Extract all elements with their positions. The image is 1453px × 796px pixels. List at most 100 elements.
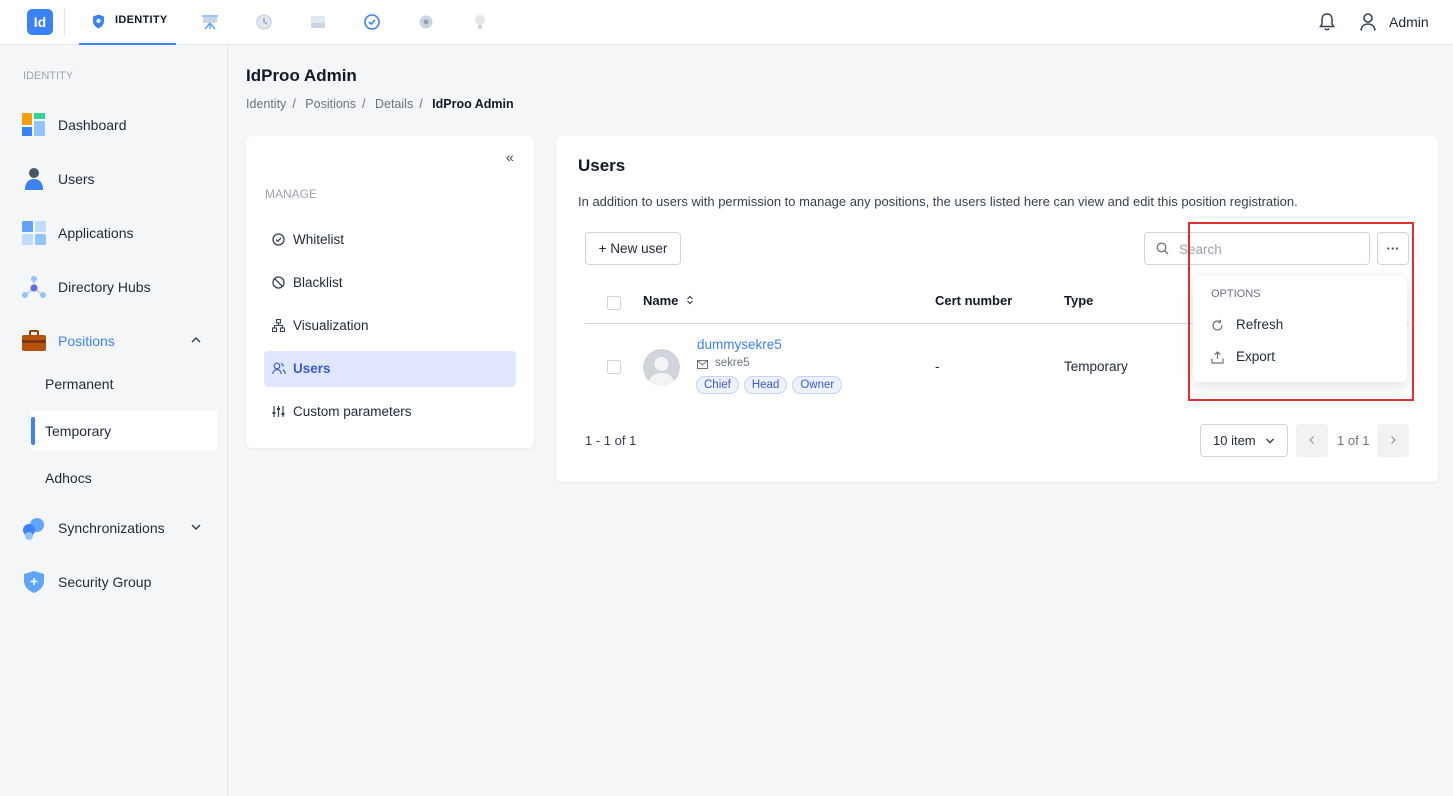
collapse-button[interactable]: « (506, 149, 514, 165)
presentation-icon[interactable] (201, 13, 219, 31)
manage-item-users[interactable]: Users (264, 351, 516, 387)
result-count: 1 - 1 of 1 (585, 433, 637, 448)
tag-badge: Head (743, 376, 788, 394)
dashboard-icon (22, 113, 45, 136)
column-name[interactable]: Name (643, 293, 678, 308)
sidebar-item-security-group[interactable]: Security Group (22, 567, 222, 597)
breadcrumb: Identity / Positions / Details / IdProo Adm… (246, 97, 514, 111)
check-badge-icon[interactable] (363, 13, 381, 31)
chevron-right-icon (1391, 436, 1396, 444)
mail-icon (697, 360, 708, 369)
breadcrumb-current: IdProo Admin (432, 97, 514, 111)
new-user-button[interactable]: + New user (585, 232, 681, 265)
user-tags: Chief Head Owner (696, 376, 843, 394)
manage-item-label: Users (293, 361, 331, 376)
sidebar-item-label: Directory Hubs (58, 279, 151, 295)
type-cell: Temporary (1064, 359, 1128, 374)
gear-icon[interactable] (417, 13, 435, 31)
top-bar: Id IDENTITY Admin (0, 0, 1453, 45)
highlight-box (1188, 222, 1414, 401)
sidebar-item-dashboard[interactable]: Dashboard (22, 110, 222, 140)
sidebar-subitem-permanent[interactable]: Permanent (31, 364, 217, 404)
sidebar-item-label: Security Group (58, 574, 152, 590)
sidebar-subitem-label: Temporary (45, 423, 112, 439)
tab-identity[interactable]: IDENTITY (79, 0, 176, 45)
select-all-checkbox[interactable] (607, 296, 621, 310)
hierarchy-icon (272, 319, 285, 332)
manage-section-label: MANAGE (265, 187, 318, 201)
chevron-down-icon[interactable] (190, 521, 202, 533)
sidebar-subitem-temporary[interactable]: Temporary (31, 411, 217, 451)
users-title: Users (578, 156, 626, 175)
shield-plus-icon (24, 571, 44, 593)
apps-grid-icon (22, 221, 46, 245)
manage-item-blacklist[interactable]: Blacklist (264, 265, 516, 301)
block-icon (272, 276, 285, 289)
manage-item-label: Custom parameters (293, 404, 412, 419)
users-description: In addition to users with permission to … (578, 194, 1298, 209)
column-cert-number: Cert number (935, 293, 1013, 308)
briefcase-icon (22, 330, 46, 351)
sidebar-item-directory-hubs[interactable]: Directory Hubs (22, 272, 222, 302)
row-checkbox[interactable] (607, 360, 621, 374)
next-page-button[interactable] (1377, 424, 1409, 457)
sidebar-item-positions[interactable]: Positions (22, 326, 222, 356)
avatar (643, 349, 680, 386)
cert-number-cell: - (935, 359, 940, 374)
breadcrumb-positions[interactable]: Positions (305, 97, 356, 111)
sidebar: IDENTITY Dashboard Users Applications Di… (0, 45, 228, 796)
person-icon (25, 168, 43, 190)
prev-page-button[interactable] (1296, 424, 1328, 457)
bell-icon[interactable] (1318, 12, 1336, 32)
manage-item-custom-parameters[interactable]: Custom parameters (264, 394, 516, 430)
shield-icon (93, 14, 104, 29)
sidebar-item-synchronizations[interactable]: Synchronizations (22, 513, 222, 543)
page-size-select[interactable]: 10 item (1200, 424, 1288, 457)
sidebar-item-label: Positions (58, 333, 115, 349)
manage-item-label: Whitelist (293, 232, 345, 247)
chevron-down-icon (1266, 438, 1274, 444)
sidebar-item-users[interactable]: Users (22, 164, 222, 194)
page-title: IdProo Admin (246, 66, 357, 85)
tab-identity-label: IDENTITY (115, 14, 168, 26)
cloud-sync-icon (23, 518, 44, 540)
user-name-link[interactable]: dummysekre5 (697, 337, 782, 352)
sidebar-item-applications[interactable]: Applications (22, 218, 222, 248)
tag-badge: Chief (696, 376, 739, 394)
users-icon (272, 362, 286, 375)
page-info: 1 of 1 (1337, 433, 1370, 448)
breadcrumb-details[interactable]: Details (375, 97, 413, 111)
tag-badge: Owner (792, 376, 843, 394)
chevron-left-icon (1309, 436, 1314, 444)
sidebar-subitem-label: Permanent (45, 376, 114, 392)
manage-item-label: Visualization (293, 318, 369, 333)
divider (64, 8, 65, 36)
lightbulb-icon[interactable] (471, 13, 489, 31)
sidebar-item-label: Applications (58, 225, 134, 241)
breadcrumb-identity[interactable]: Identity (246, 97, 286, 111)
sidebar-item-label: Users (58, 171, 95, 187)
sidebar-subitem-label: Adhocs (45, 470, 92, 486)
chevron-up-icon[interactable] (190, 334, 202, 346)
sliders-icon (272, 406, 285, 417)
column-type: Type (1064, 293, 1094, 308)
sort-icon[interactable] (686, 295, 694, 305)
sidebar-item-label: Synchronizations (58, 520, 165, 536)
manage-item-label: Blacklist (293, 275, 343, 290)
history-icon[interactable] (255, 13, 273, 31)
storage-icon[interactable] (309, 13, 327, 31)
check-circle-icon (272, 233, 285, 246)
manage-item-visualization[interactable]: Visualization (264, 308, 516, 344)
user-name[interactable]: Admin (1389, 14, 1429, 30)
sidebar-section-title: IDENTITY (23, 70, 74, 82)
user-icon[interactable] (1359, 12, 1377, 32)
hub-icon (22, 276, 46, 298)
page-size-value: 10 item (1213, 433, 1256, 448)
user-email: sekre5 (715, 357, 750, 369)
manage-item-whitelist[interactable]: Whitelist (264, 222, 516, 258)
sidebar-item-label: Dashboard (58, 117, 127, 133)
search-icon (1156, 242, 1169, 255)
app-logo[interactable]: Id (27, 9, 53, 35)
manage-panel: « MANAGE Whitelist Blacklist Visualizati… (246, 136, 534, 448)
sidebar-subitem-adhocs[interactable]: Adhocs (31, 458, 217, 498)
